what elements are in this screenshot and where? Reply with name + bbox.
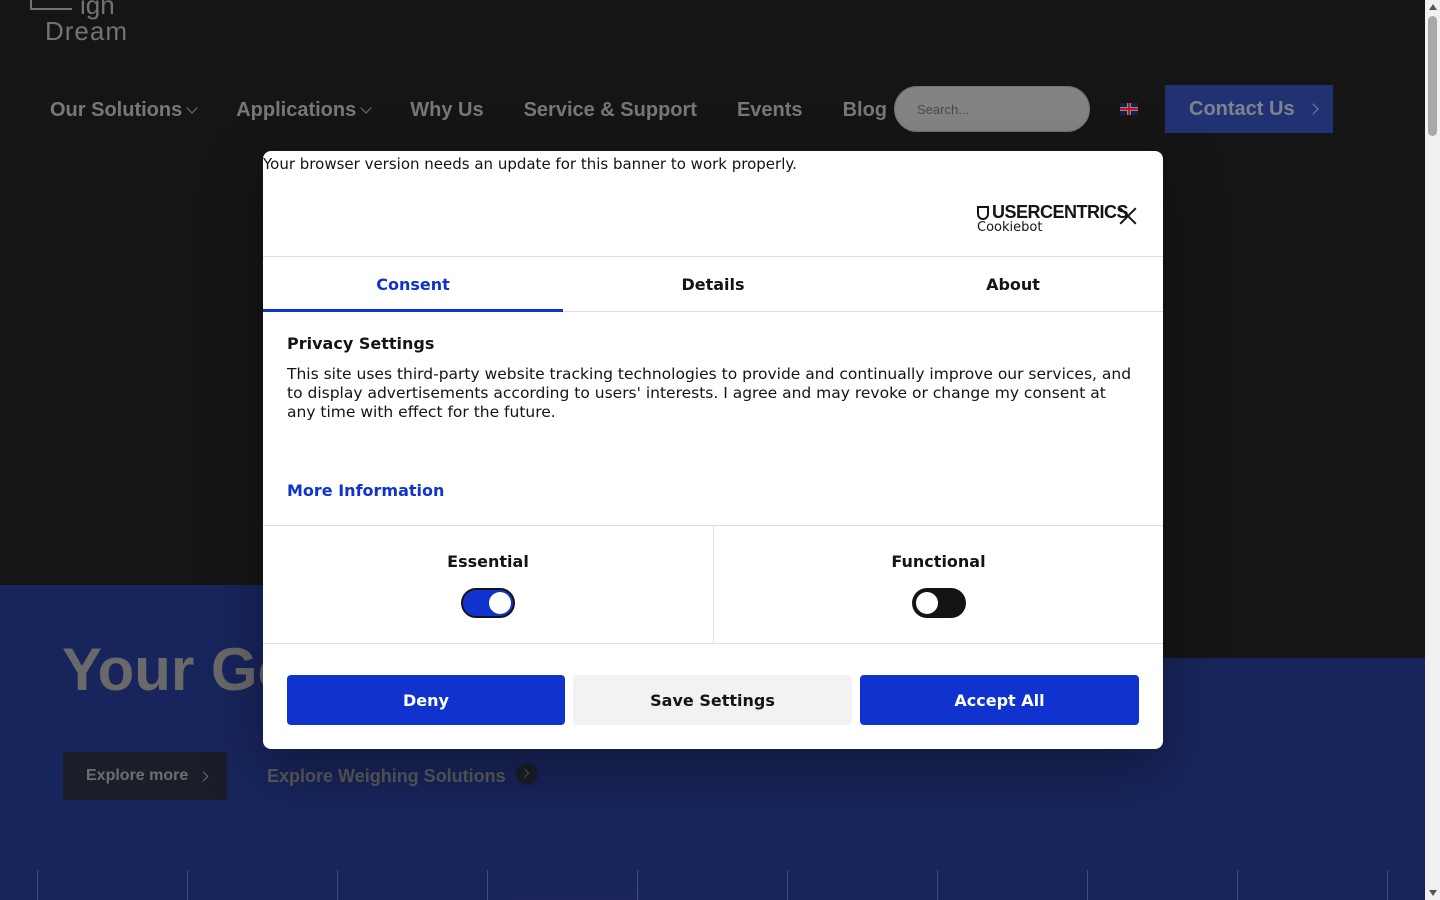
scroll-up-arrow-icon[interactable] xyxy=(1429,4,1437,10)
dialog-tabs: Consent Details About xyxy=(263,256,1163,312)
toggle-knob xyxy=(489,592,511,614)
cookie-consent-dialog: Your browser version needs an update for… xyxy=(263,151,1163,749)
toggle-functional-label: Functional xyxy=(891,552,986,571)
tab-details[interactable]: Details xyxy=(563,257,863,311)
more-information-link[interactable]: More Information xyxy=(287,481,444,500)
functional-toggle[interactable] xyxy=(911,588,966,618)
brand-bottom-text: Cookiebot xyxy=(977,220,1043,235)
privacy-settings-title: Privacy Settings xyxy=(287,334,435,353)
toggle-functional-cell: Functional xyxy=(712,526,1164,643)
scroll-down-arrow-icon[interactable] xyxy=(1429,890,1437,896)
save-settings-button[interactable]: Save Settings xyxy=(573,675,852,725)
tab-about[interactable]: About xyxy=(863,257,1163,311)
accept-all-button[interactable]: Accept All xyxy=(860,675,1139,725)
cookiebot-logo: USERCENTRICS Cookiebot xyxy=(977,202,1129,236)
deny-button[interactable]: Deny xyxy=(287,675,565,725)
consent-toggles: Essential Functional xyxy=(263,525,1163,644)
browser-warning: Your browser version needs an update for… xyxy=(263,155,797,173)
toggle-knob xyxy=(915,592,938,614)
close-icon[interactable] xyxy=(1119,207,1137,225)
shield-icon xyxy=(977,205,989,220)
scroll-thumb[interactable] xyxy=(1428,16,1437,136)
essential-toggle[interactable] xyxy=(461,588,515,618)
privacy-settings-body: This site uses third-party website track… xyxy=(287,365,1132,421)
toggle-essential-cell: Essential xyxy=(263,526,713,643)
tab-consent[interactable]: Consent xyxy=(263,257,563,312)
page-scrollbar[interactable] xyxy=(1425,0,1440,900)
dialog-actions: Deny Save Settings Accept All xyxy=(287,675,1139,725)
toggle-essential-label: Essential xyxy=(447,552,529,571)
